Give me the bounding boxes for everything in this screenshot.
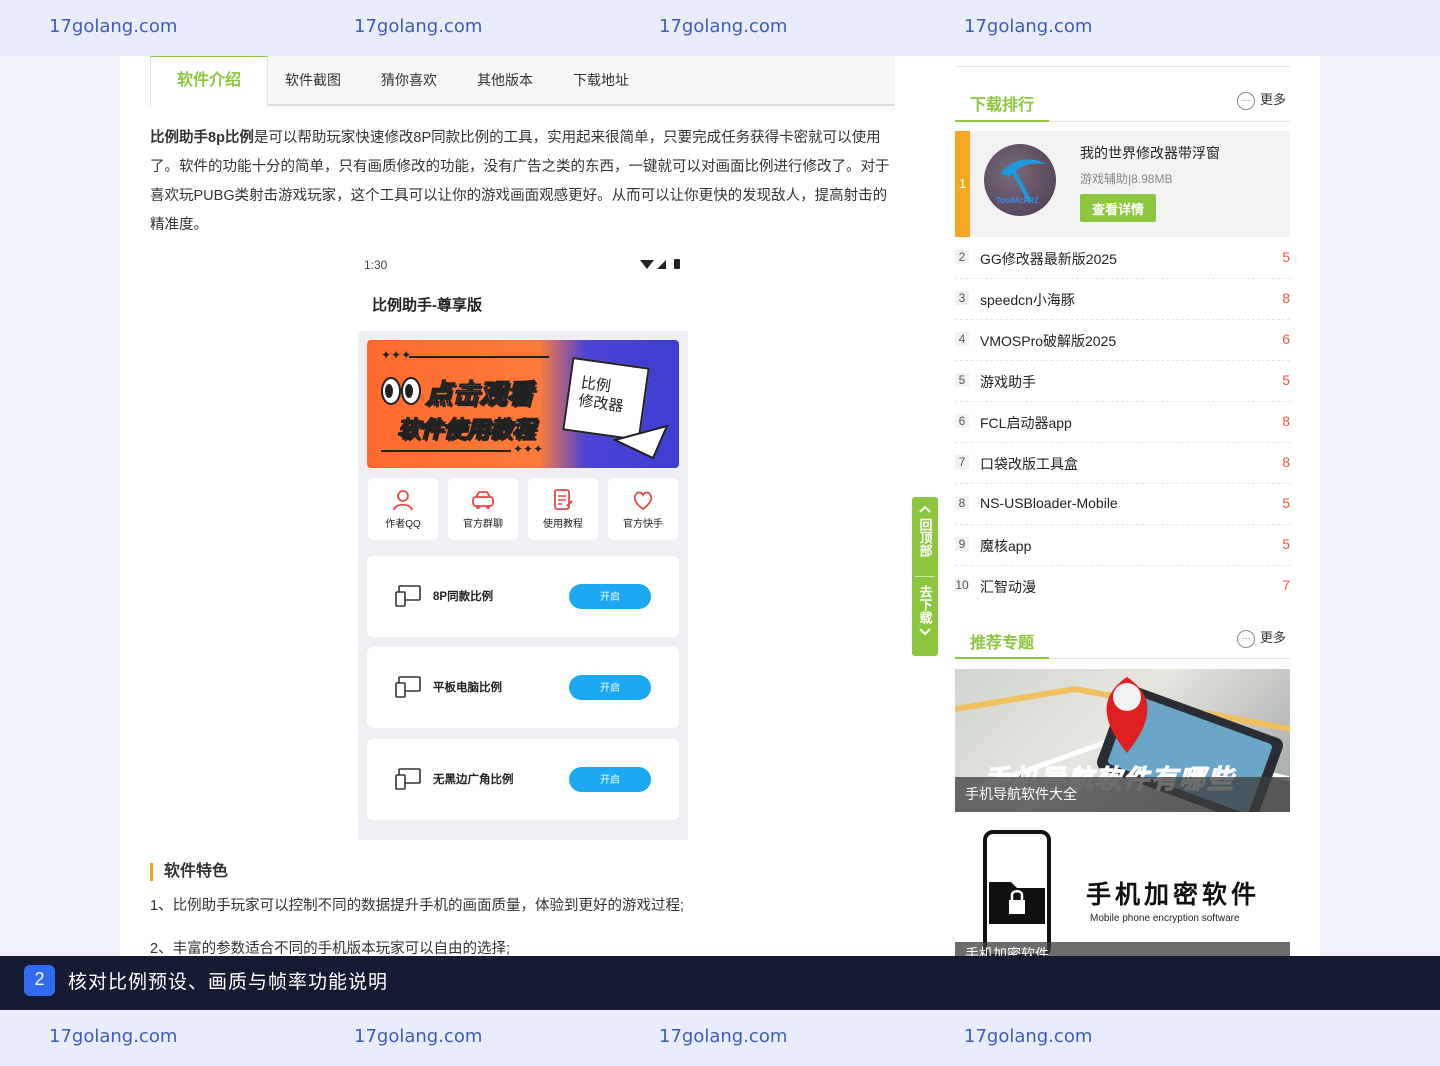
topic-caption: 手机加密软件 — [955, 942, 1290, 956]
signal-icon — [640, 259, 680, 269]
banner-subline: 软件使用教程 — [397, 416, 536, 443]
step-caption-bar: 2 核对比例预设、画质与帧率功能说明 — [0, 956, 1440, 1010]
devices-icon — [395, 585, 421, 607]
quick-group-chat[interactable]: 官方群聊 — [448, 478, 518, 540]
more-icon: ··· — [1237, 91, 1255, 110]
enable-button[interactable]: 开启 — [569, 584, 651, 609]
watermark-bar-bottom: 17golang.com 17golang.com 17golang.com 1… — [0, 1010, 1440, 1066]
person-icon — [391, 488, 415, 512]
watermark-text: 17golang.com — [659, 1026, 788, 1047]
enable-button[interactable]: 开启 — [569, 767, 651, 792]
page-content: 软件介绍 软件截图 猜你喜欢 其他版本 下载地址 比例助手8p比例是可以帮助玩家… — [120, 56, 1320, 956]
rank-top-meta: 游戏辅助|8.98MB — [1080, 172, 1173, 186]
tab-screenshots[interactable]: 软件截图 — [270, 56, 356, 104]
feature-item: 1、比例助手玩家可以控制不同的数据提升手机的画面质量，体验到更好的游戏过程; — [150, 898, 685, 914]
sparkle-icon: ✦✦✦ — [513, 442, 544, 456]
step-caption-text: 核对比例预设、画质与帧率功能说明 — [68, 972, 389, 993]
banner-headline: 点击观看 — [425, 379, 534, 410]
intro-text: 是可以帮助玩家快速修改8P同款比例的工具，实用起来很简单，只要完成任务获得卡密就… — [150, 130, 890, 233]
quick-kuaishou[interactable]: 官方快手 — [608, 478, 678, 540]
intro-bold: 比例助手8p比例 — [150, 130, 254, 146]
feature-item: 2、丰富的参数适合不同的手机版本玩家可以自由的选择; — [150, 941, 511, 956]
go-download-button[interactable]: 去下载 — [912, 585, 938, 639]
watermark-text: 17golang.com — [964, 16, 1093, 37]
topic-caption: 手机导航软件大全 — [955, 777, 1290, 812]
rank-item[interactable]: 2 GG修改器最新版2025 5 — [955, 237, 1290, 279]
phone-time: 1:30 — [364, 258, 388, 272]
option-card: 平板电脑比例 开启 — [367, 647, 679, 728]
rank-item[interactable]: 5 游戏助手 5 — [955, 360, 1290, 402]
topic-title: 推荐专题 — [970, 635, 1035, 652]
features-heading: 软件特色 — [150, 863, 228, 881]
rank-item[interactable]: 8 NS-USBloader-Mobile 5 — [955, 483, 1290, 525]
phone-app-title: 比例助手-尊享版 — [372, 297, 482, 314]
topic-more-link[interactable]: ··· 更多 — [1237, 627, 1286, 648]
quick-label: 官方群聊 — [463, 519, 503, 530]
rank-item[interactable]: 3 speedcn小海豚 8 — [955, 278, 1290, 320]
watermark-text: 17golang.com — [659, 16, 788, 37]
phone-screenshot: ✦✦✦ ✦✦✦ 点击观看 软件使用教程 比例 修改器 作者QQ 官方群聊 使用教… — [358, 331, 688, 840]
option-label: 平板电脑比例 — [433, 682, 502, 694]
watermark-text: 17golang.com — [49, 16, 178, 37]
watermark-text: 17golang.com — [964, 1026, 1093, 1047]
go-download-label: 去下载 — [917, 585, 933, 624]
sparkle-icon: ✦✦✦ — [381, 348, 412, 362]
option-card: 8P同款比例 开启 — [367, 556, 679, 637]
option-card: 无黑边广角比例 开启 — [367, 739, 679, 820]
heart-icon — [631, 488, 655, 512]
tutorial-banner[interactable]: ✦✦✦ ✦✦✦ 点击观看 软件使用教程 比例 修改器 — [367, 340, 679, 468]
quick-label: 使用教程 — [543, 519, 583, 530]
banner-card-text: 比例 修改器 — [577, 374, 625, 416]
tab-recommend[interactable]: 猜你喜欢 — [362, 56, 456, 104]
tab-bar: 软件介绍 软件截图 猜你喜欢 其他版本 下载地址 — [150, 56, 895, 107]
tab-download[interactable]: 下载地址 — [556, 56, 646, 104]
rank-item[interactable]: 7 口袋改版工具盒 8 — [955, 442, 1290, 484]
float-nav: 回顶部 去下载 — [912, 497, 938, 656]
intro-paragraph: 比例助手8p比例是可以帮助玩家快速修改8P同款比例的工具，实用起来很简单，只要完… — [150, 124, 895, 240]
document-icon — [551, 488, 575, 512]
back-to-top-button[interactable]: 回顶部 — [912, 501, 938, 557]
topic-art-subtext: Mobile phone encryption software — [1090, 913, 1240, 924]
paper-plane-icon — [612, 422, 669, 462]
quick-author-qq[interactable]: 作者QQ — [368, 478, 438, 540]
watermark-bar-top: 17golang.com 17golang.com 17golang.com 1… — [0, 0, 1440, 56]
chevron-up-icon — [919, 505, 931, 513]
quick-label: 官方快手 — [623, 519, 663, 530]
more-icon: ··· — [1237, 629, 1255, 648]
chevron-down-icon — [919, 628, 931, 636]
view-details-button[interactable]: 查看详情 — [1080, 194, 1156, 222]
back-to-top-label: 回顶部 — [917, 518, 933, 557]
app-icon: ToolMcFRZ — [984, 144, 1056, 216]
step-number-badge: 2 — [24, 965, 55, 996]
rank-more-link[interactable]: ··· 更多 — [1237, 89, 1286, 110]
topic-card-encryption[interactable]: 手机加密软件 Mobile phone encryption software … — [955, 826, 1290, 956]
topic-art-text: 手机加密软件 — [1086, 881, 1261, 909]
option-label: 8P同款比例 — [433, 591, 494, 603]
phone-status-icons — [640, 258, 682, 273]
quick-label: 作者QQ — [385, 519, 421, 530]
rank-item[interactable]: 4 VMOSPro破解版2025 6 — [955, 319, 1290, 361]
car-icon — [471, 488, 495, 512]
watermark-text: 17golang.com — [354, 16, 483, 37]
rank-item[interactable]: 9 魔核app 5 — [955, 524, 1290, 566]
rank-item[interactable]: 10 汇智动漫 7 — [955, 565, 1290, 606]
devices-icon — [395, 676, 421, 698]
watermark-text: 17golang.com — [49, 1026, 178, 1047]
eyes-icon — [381, 376, 421, 406]
option-label: 无黑边广角比例 — [433, 774, 514, 786]
tab-intro[interactable]: 软件介绍 — [150, 56, 268, 107]
topic-card-navigation[interactable]: 手机导航软件有哪些 手机导航软件大全 — [955, 669, 1290, 812]
watermark-text: 17golang.com — [354, 1026, 483, 1047]
rank-number: 1 — [955, 131, 970, 237]
tab-versions[interactable]: 其他版本 — [462, 56, 548, 104]
rank-item[interactable]: 6 FCL启动器app 8 — [955, 401, 1290, 443]
devices-icon — [395, 768, 421, 790]
quick-tutorial[interactable]: 使用教程 — [528, 478, 598, 540]
rank-top-name: 我的世界修改器带浮窗 — [1080, 145, 1220, 161]
rank-top-item[interactable]: 1 ToolMcFRZ 我的世界修改器带浮窗 游戏辅助|8.98MB 查看详情 — [955, 131, 1290, 237]
enable-button[interactable]: 开启 — [569, 675, 651, 700]
rank-title: 下载排行 — [970, 97, 1035, 114]
